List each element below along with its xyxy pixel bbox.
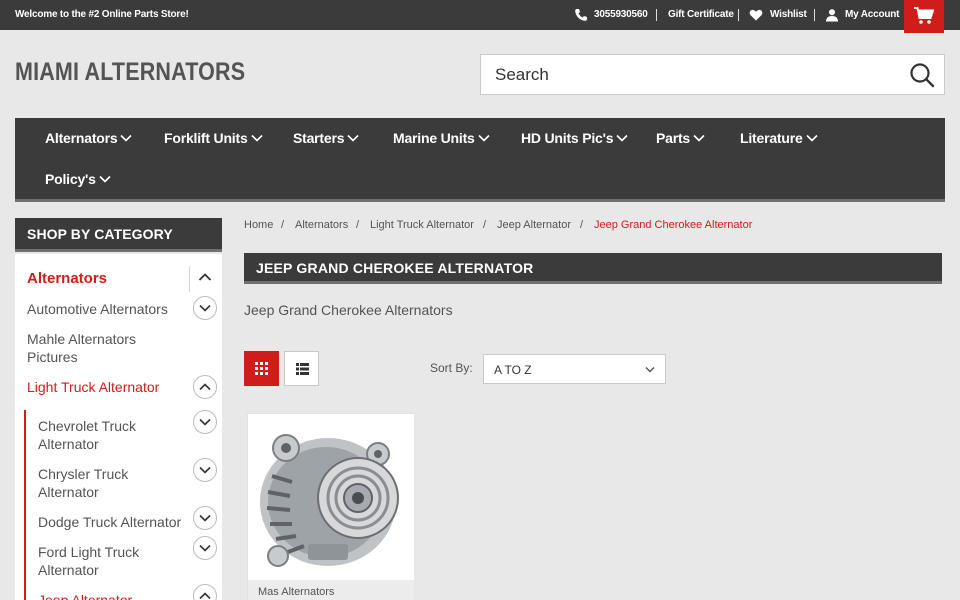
sort-selected-value: A TO Z [494, 363, 532, 377]
sidebar-item-jeep-alternator[interactable]: Jeep Alternator [38, 591, 132, 600]
chevron-down-icon [199, 514, 211, 522]
my-account-link[interactable]: My Account [845, 9, 900, 20]
product-image[interactable] [248, 414, 414, 580]
breadcrumb-light-truck[interactable]: Light Truck Alternator [370, 219, 474, 231]
chevron-up-icon [199, 383, 211, 391]
expand-toggle[interactable] [193, 536, 217, 560]
list-icon [296, 363, 309, 375]
chevron-down-icon [478, 135, 490, 142]
sort-select[interactable]: A TO Z [483, 354, 666, 384]
nav-item-policys[interactable]: Policy's [45, 171, 111, 187]
breadcrumb-separator: / [580, 219, 584, 231]
category-description: Jeep Grand Cherokee Alternators [244, 302, 453, 318]
sidebar-item-dodge-truck[interactable]: Dodge Truck Alternator [38, 513, 188, 531]
divider [738, 9, 739, 21]
search-icon[interactable] [909, 62, 935, 88]
nav-item-alternators[interactable]: Alternators [45, 130, 133, 146]
chevron-down-icon [645, 367, 655, 373]
breadcrumb-separator: / [281, 219, 285, 231]
chevron-down-icon [199, 466, 211, 474]
chevron-down-icon [806, 135, 818, 142]
nav-item-hd-units[interactable]: HD Units Pic's [521, 130, 628, 146]
product-brand[interactable]: Mas Alternators [258, 586, 334, 598]
product-card-footer: Mas Alternators [248, 580, 414, 600]
chevron-down-icon [199, 304, 211, 312]
nav-item-literature[interactable]: Literature [740, 130, 818, 146]
divider [189, 266, 190, 292]
user-icon [826, 9, 838, 22]
sidebar-item-mahle-pictures[interactable]: Mahle Alternators Pictures [27, 330, 177, 366]
cart-icon [914, 7, 934, 24]
chevron-down-icon [347, 135, 359, 142]
chevron-up-icon [199, 592, 211, 600]
top-bar: Welcome to the #2 Online Parts Store! 30… [0, 0, 960, 33]
phone-icon [575, 9, 587, 21]
heart-icon [749, 9, 763, 21]
chevron-down-icon [693, 135, 705, 142]
sidebar-item-alternators[interactable]: Alternators [27, 270, 107, 288]
breadcrumb-home[interactable]: Home [244, 219, 273, 231]
breadcrumb-separator: / [483, 219, 487, 231]
chevron-up-icon [198, 273, 212, 281]
list-view-button[interactable] [284, 351, 319, 386]
search-input[interactable] [495, 63, 885, 87]
nav-item-starters[interactable]: Starters [293, 130, 359, 146]
sidebar-item-light-truck-alternator[interactable]: Light Truck Alternator [27, 378, 159, 396]
wishlist-link[interactable]: Wishlist [770, 9, 807, 20]
breadcrumb-separator: / [356, 219, 360, 231]
sidebar-item-chrysler-truck[interactable]: Chrysler Truck Alternator [38, 465, 158, 501]
cart-button[interactable] [904, 0, 944, 33]
active-branch-line [24, 410, 26, 600]
gift-certificate-link[interactable]: Gift Certificate [668, 9, 734, 20]
divider [814, 9, 815, 21]
breadcrumb-alternators[interactable]: Alternators [295, 219, 348, 231]
chevron-down-icon [199, 544, 211, 552]
sidebar-item-chevrolet-truck[interactable]: Chevrolet Truck Alternator [38, 417, 158, 453]
expand-toggle[interactable] [193, 296, 217, 320]
chevron-down-icon [120, 135, 133, 142]
expand-toggle[interactable] [193, 410, 217, 434]
nav-item-parts[interactable]: Parts [656, 130, 705, 146]
store-logo[interactable]: MIAMI ALTERNATORS [15, 58, 245, 87]
main-nav: Alternators Forklift Units Starters Mari… [15, 118, 945, 202]
phone-link[interactable]: 3055930560 [594, 9, 648, 20]
chevron-down-icon [99, 176, 111, 183]
chevron-down-icon [250, 135, 263, 142]
expand-toggle[interactable] [193, 458, 217, 482]
collapse-toggle[interactable] [193, 375, 217, 399]
page-title: JEEP GRAND CHEROKEE ALTERNATOR [244, 253, 942, 284]
breadcrumb-current: Jeep Grand Cherokee Alternator [594, 219, 753, 231]
grid-icon [255, 362, 268, 375]
sidebar-heading: SHOP BY CATEGORY [15, 218, 222, 252]
search-box[interactable] [480, 54, 945, 95]
collapse-toggle[interactable] [193, 266, 217, 290]
sidebar-item-ford-light-truck[interactable]: Ford Light Truck Alternator [38, 543, 158, 579]
grid-view-button[interactable] [244, 351, 279, 386]
sort-label: Sort By: [430, 361, 473, 375]
nav-item-forklift-units[interactable]: Forklift Units [164, 130, 263, 146]
divider [656, 9, 657, 21]
sidebar-item-automotive-alternators[interactable]: Automotive Alternators [27, 300, 168, 318]
expand-toggle[interactable] [193, 506, 217, 530]
nav-item-marine-units[interactable]: Marine Units [393, 130, 490, 146]
chevron-down-icon [199, 418, 211, 426]
product-card[interactable]: Mas Alternators [247, 413, 414, 600]
welcome-message: Welcome to the #2 Online Parts Store! [15, 9, 189, 20]
chevron-down-icon [616, 135, 628, 142]
breadcrumb-jeep-alternator[interactable]: Jeep Alternator [497, 219, 571, 231]
